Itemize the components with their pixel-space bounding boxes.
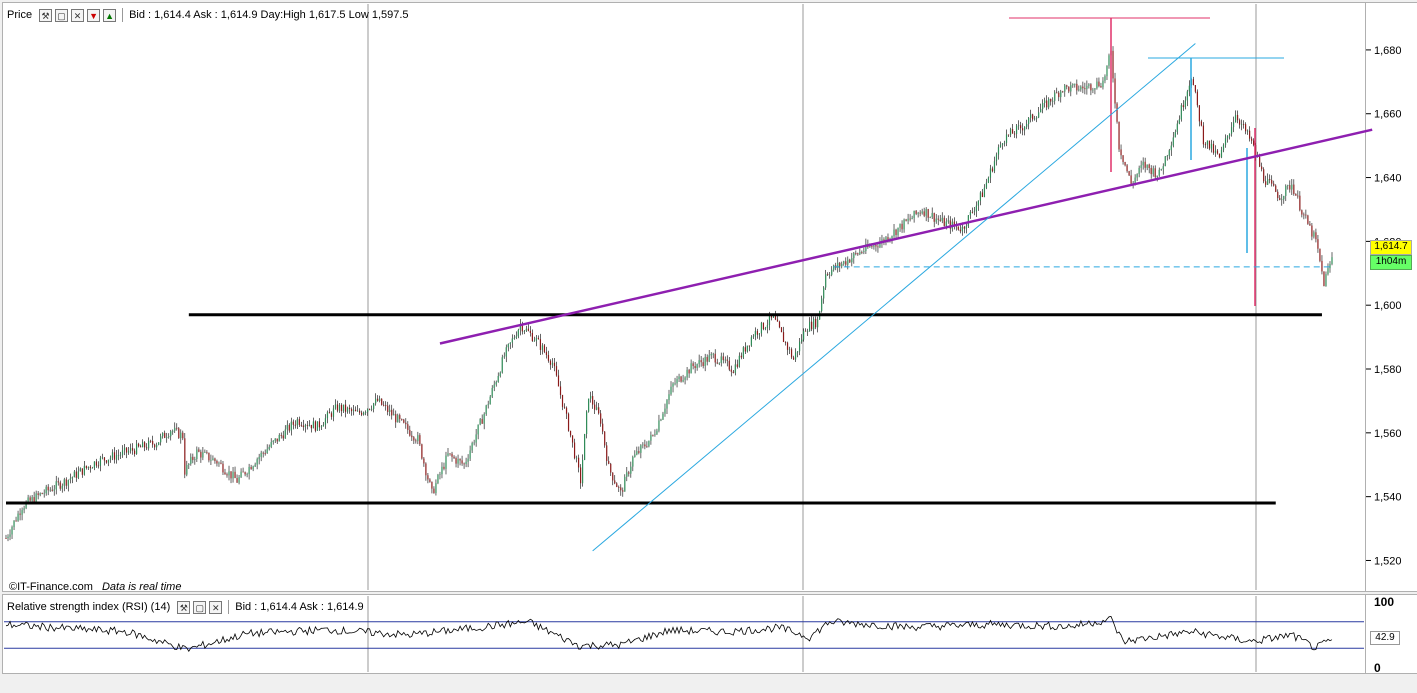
toolbar-divider <box>228 600 230 614</box>
wrench-icon[interactable]: ⚒ <box>39 8 53 22</box>
price-quote: Bid : 1,614.4 Ask : 1,614.9 Day:High 1,6… <box>129 9 409 21</box>
wrench-icon[interactable]: ⚒ <box>177 600 191 614</box>
rsi-chart-pane[interactable]: Relative strength index (RSI) (14) ⚒ ▢ ✕… <box>2 594 1366 674</box>
sell-icon[interactable]: ▼ <box>87 8 101 22</box>
credit-note: Data is real time <box>101 581 182 593</box>
credit-source: ©IT-Finance.com <box>9 581 93 593</box>
last-price-badge: 1,614.7 <box>1370 240 1412 255</box>
data-credit: ©IT-Finance.com Data is real time <box>9 581 181 593</box>
price-chart-pane[interactable]: Price ⚒ ▢ ✕ ▼ ▲ Bid : 1,614.4 Ask : 1,61… <box>2 2 1366 593</box>
date-axis <box>0 674 1417 693</box>
price-axis-panel <box>1366 2 1417 592</box>
close-icon[interactable]: ✕ <box>71 8 85 22</box>
buy-icon[interactable]: ▲ <box>103 8 117 22</box>
rsi-quote: Bid : 1,614.4 Ask : 1,614.9 <box>235 601 364 613</box>
close-icon[interactable]: ✕ <box>209 600 223 614</box>
toolbar-divider <box>122 8 124 22</box>
window-icon[interactable]: ▢ <box>55 8 69 22</box>
rsi-toolbar: Relative strength index (RSI) (14) ⚒ ▢ ✕… <box>7 598 364 616</box>
candle-countdown-badge: 1h04m <box>1370 255 1412 270</box>
rsi-value-badge: 42.9 <box>1370 631 1400 645</box>
price-toolbar: Price ⚒ ▢ ✕ ▼ ▲ Bid : 1,614.4 Ask : 1,61… <box>7 6 409 24</box>
window-icon[interactable]: ▢ <box>193 600 207 614</box>
price-pane-title: Price <box>7 9 33 21</box>
rsi-pane-title: Relative strength index (RSI) (14) <box>7 601 171 613</box>
